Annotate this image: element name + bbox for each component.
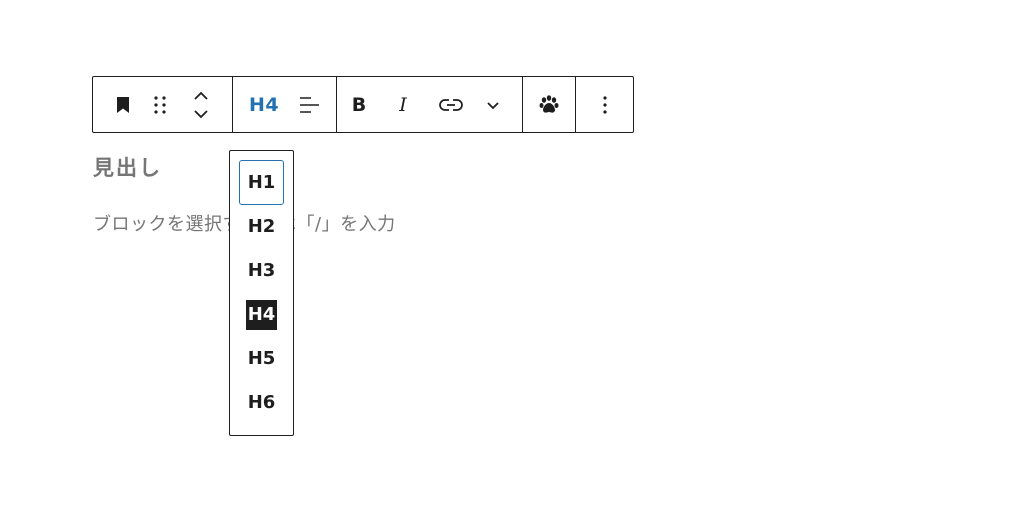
heading-option-h1[interactable]: H1 — [239, 160, 284, 205]
bold-button[interactable]: B — [349, 87, 369, 123]
options-button[interactable] — [590, 87, 620, 123]
drag-handle-icon[interactable] — [137, 87, 183, 123]
toolbar-group-heading: H4 — [233, 77, 337, 132]
move-down-icon[interactable] — [193, 109, 209, 119]
paw-button[interactable] — [534, 87, 564, 123]
bookmark-icon[interactable] — [109, 87, 137, 123]
move-block-control — [183, 83, 219, 127]
heading-option-label: H4 — [245, 299, 278, 330]
heading-level-button[interactable]: H4 — [247, 87, 281, 123]
move-up-icon[interactable] — [193, 91, 209, 101]
heading-option-h6[interactable]: H6 — [239, 380, 284, 425]
toolbar-group-block — [93, 77, 233, 132]
heading-block-title[interactable]: 見出し — [93, 152, 162, 182]
heading-level-label: H4 — [248, 93, 280, 116]
toolbar-group-options — [576, 77, 633, 132]
heading-option-label: H3 — [247, 259, 276, 281]
link-button[interactable] — [431, 87, 471, 123]
italic-button[interactable]: I — [383, 87, 423, 123]
more-vertical-icon — [602, 95, 607, 114]
heading-option-label: H5 — [247, 347, 276, 369]
heading-option-h4[interactable]: H4 — [239, 292, 284, 337]
toolbar-group-format: B I — [337, 77, 523, 132]
heading-option-h3[interactable]: H3 — [239, 248, 284, 293]
link-icon — [439, 98, 463, 111]
chevron-down-icon — [487, 101, 499, 109]
heading-option-label: H1 — [247, 171, 276, 193]
paw-icon — [539, 94, 559, 113]
heading-option-label: H6 — [247, 391, 276, 413]
heading-option-h2[interactable]: H2 — [239, 204, 284, 249]
more-formats-button[interactable] — [473, 87, 513, 123]
align-button[interactable] — [287, 87, 331, 123]
align-left-icon — [300, 96, 319, 113]
toolbar-group-plugin — [523, 77, 576, 132]
block-toolbar: H4 B I — [92, 76, 634, 133]
heading-level-dropdown: H1 H2 H3 H4 H5 H6 — [229, 150, 294, 436]
heading-option-h5[interactable]: H5 — [239, 336, 284, 381]
heading-option-label: H2 — [247, 215, 276, 237]
